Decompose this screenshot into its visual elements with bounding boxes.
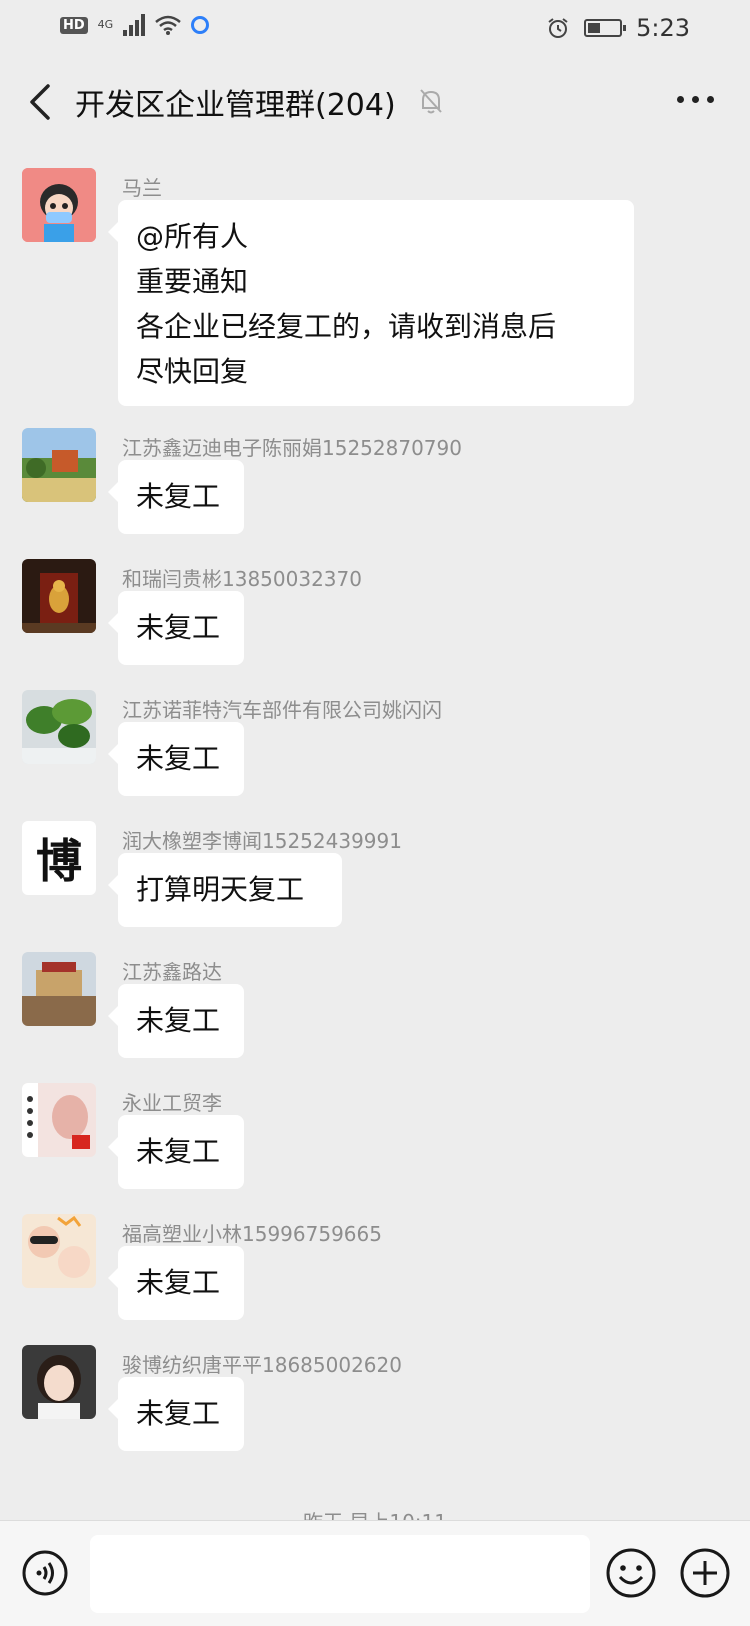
message-bubble[interactable]: 未复工 xyxy=(108,984,244,1058)
emoji-icon[interactable] xyxy=(605,1547,657,1599)
hd-indicator: HD xyxy=(60,16,88,34)
message-input[interactable] xyxy=(90,1535,590,1613)
avatar[interactable] xyxy=(22,952,96,1026)
message-text: 打算明天复工 xyxy=(136,873,305,906)
message-bubble[interactable]: @所有人 重要通知 各企业已经复工的，请收到消息后 尽快回复 xyxy=(108,200,634,406)
avatar[interactable] xyxy=(22,1083,96,1157)
input-bar xyxy=(0,1520,750,1626)
avatar[interactable] xyxy=(22,428,96,502)
message-bubble[interactable]: 打算明天复工 xyxy=(108,853,342,927)
network-type: 4G xyxy=(97,18,114,31)
message-bubble[interactable]: 未复工 xyxy=(108,1377,244,1451)
clock: 5:23 xyxy=(636,14,690,42)
page-title: 开发区企业管理群(204) xyxy=(75,88,396,123)
avatar[interactable] xyxy=(22,168,96,242)
status-right: 5:23 xyxy=(546,14,690,42)
chat-header: 开发区企业管理群(204) xyxy=(0,56,750,146)
avatar[interactable]: 博 xyxy=(22,821,96,895)
message-bubble[interactable]: 未复工 xyxy=(108,460,244,534)
list-item: 江苏鑫路达 未复工 xyxy=(0,950,750,1060)
list-item: 福高塑业小林15996759665 未复工 xyxy=(0,1212,750,1322)
sender-name: 永业工贸李 xyxy=(122,1091,222,1115)
wifi-icon xyxy=(155,15,182,35)
battery-level xyxy=(588,23,601,33)
list-item: 骏博纺织唐平平18685002620 未复工 xyxy=(0,1343,750,1453)
message-text: 未复工 xyxy=(136,611,221,644)
avatar-glyph: 博 xyxy=(22,821,96,895)
avatar[interactable] xyxy=(22,559,96,633)
app-notification-icon xyxy=(191,16,210,34)
list-item: 和瑞闫贵彬13850032370 未复工 xyxy=(0,557,750,667)
message-text: 未复工 xyxy=(136,1266,221,1299)
sender-name: 江苏鑫路达 xyxy=(122,960,222,984)
list-item: 马兰 @所有人 重要通知 各企业已经复工的，请收到消息后 尽快回复 xyxy=(0,146,750,406)
avatar[interactable] xyxy=(22,1214,96,1288)
message-text: 未复工 xyxy=(136,480,221,513)
message-line: @所有人 xyxy=(136,220,249,253)
list-item: 江苏鑫迈迪电子陈丽娟15252870790 未复工 xyxy=(0,426,750,536)
message-text: 未复工 xyxy=(136,1397,221,1430)
sender-name: 福高塑业小林15996759665 xyxy=(122,1222,382,1246)
list-item: 博 润大橡塑李博闻15252439991 打算明天复工 xyxy=(0,819,750,929)
avatar[interactable] xyxy=(22,690,96,764)
voice-icon[interactable] xyxy=(21,1549,69,1597)
avatar[interactable] xyxy=(22,1345,96,1419)
list-item: 江苏诺菲特汽车部件有限公司姚闪闪 未复工 xyxy=(0,688,750,798)
chevron-left-icon[interactable] xyxy=(24,82,60,122)
status-left: HD 4G xyxy=(60,14,210,36)
message-line: 尽快回复 xyxy=(136,355,249,388)
bell-off-icon xyxy=(420,89,442,114)
message-line: 各企业已经复工的，请收到消息后 xyxy=(136,310,557,343)
signal-icon xyxy=(123,14,146,36)
message-text: 未复工 xyxy=(136,742,221,775)
message-bubble[interactable]: 未复工 xyxy=(108,591,244,665)
list-item: 永业工贸李 未复工 xyxy=(0,1081,750,1191)
sender-name: 江苏鑫迈迪电子陈丽娟15252870790 xyxy=(122,436,462,460)
message-text: 未复工 xyxy=(136,1004,221,1037)
sender-name: 骏博纺织唐平平18685002620 xyxy=(122,1353,402,1377)
status-bar: HD 4G 5:23 xyxy=(0,0,750,56)
message-line: 重要通知 xyxy=(136,265,249,298)
message-bubble[interactable]: 未复工 xyxy=(108,722,244,796)
sender-name: 马兰 xyxy=(122,176,162,200)
message-bubble[interactable]: 未复工 xyxy=(108,1246,244,1320)
sender-name: 江苏诺菲特汽车部件有限公司姚闪闪 xyxy=(122,698,442,722)
sender-name: 润大橡塑李博闻15252439991 xyxy=(122,829,402,853)
more-icon[interactable] xyxy=(677,96,714,103)
chat-message-list[interactable]: 马兰 @所有人 重要通知 各企业已经复工的，请收到消息后 尽快回复 江苏鑫迈迪电… xyxy=(0,146,750,1520)
alarm-icon xyxy=(548,18,568,38)
message-bubble[interactable]: 未复工 xyxy=(108,1115,244,1189)
plus-icon[interactable] xyxy=(679,1547,731,1599)
message-text: 未复工 xyxy=(136,1135,221,1168)
battery-icon xyxy=(584,19,627,37)
sender-name: 和瑞闫贵彬13850032370 xyxy=(122,567,362,591)
timestamp: 昨天 早上10:11 xyxy=(0,1506,750,1520)
